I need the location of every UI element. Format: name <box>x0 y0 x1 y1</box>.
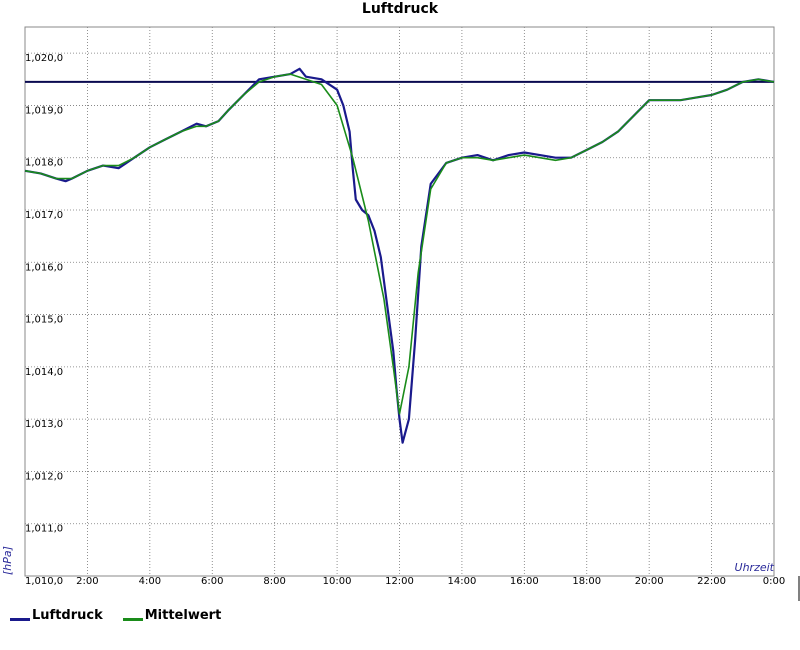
x-axis-label: Uhrzeit <box>735 561 775 574</box>
chart-root: Luftdruck 2:00 4:00 6:00 8:00 10:00 12:00 14:0… <box>0 0 800 650</box>
legend-item-mittelwert: Mittelwert <box>122 608 222 623</box>
legend-swatch-luftdruck <box>10 618 30 621</box>
legend: Luftdruck Mittelwert <box>10 608 221 623</box>
x-tick-label: 18:00 <box>572 576 601 587</box>
y-tick-labels: 1,010,0 1,011,0 1,012,0 1,013,0 1,014,0 1,015… <box>25 53 63 587</box>
y-tick-label: 1,017,0 <box>25 210 63 221</box>
y-tick-label: 1,014,0 <box>25 367 63 378</box>
x-tick-label: 20:00 <box>635 576 664 587</box>
y-tick-label: 1,015,0 <box>25 315 63 326</box>
y-tick-label: 1,010,0 <box>25 576 63 587</box>
x-tick-label: 10:00 <box>323 576 352 587</box>
y-tick-label: 1,018,0 <box>25 158 63 169</box>
y-tick-label: 1,013,0 <box>25 419 63 430</box>
chart-title: Luftdruck <box>362 1 439 17</box>
plot-frame <box>24 26 775 577</box>
line-chart: Luftdruck 2:00 4:00 6:00 8:00 10:00 12:00 14:0… <box>1 1 800 601</box>
legend-item-luftdruck: Luftdruck <box>10 608 103 623</box>
x-tick-label: 0:00 <box>763 576 785 587</box>
x-tick-label: 12:00 <box>385 576 414 587</box>
x-tick-label: 4:00 <box>139 576 161 587</box>
x-tick-label: 2:00 <box>76 576 98 587</box>
y-tick-label: 1,016,0 <box>25 262 63 273</box>
x-tick-label: 16:00 <box>510 576 539 587</box>
x-tick-label: 22:00 <box>697 576 726 587</box>
y-axis-label: [hPa] <box>1 546 14 575</box>
y-tick-label: 1,011,0 <box>25 524 63 535</box>
grid-layer <box>25 27 774 576</box>
x-tick-label: 6:00 <box>201 576 223 587</box>
x-tick-label: 8:00 <box>263 576 285 587</box>
x-tick-labels: 2:00 4:00 6:00 8:00 10:00 12:00 14:00 16:00 18:0… <box>76 576 785 587</box>
legend-label-mittelwert: Mittelwert <box>144 608 222 623</box>
y-tick-label: 1,019,0 <box>25 105 63 116</box>
legend-swatch-mittelwert <box>122 618 143 621</box>
axis-layer <box>24 26 800 601</box>
legend-label-luftdruck: Luftdruck <box>32 608 103 623</box>
y-tick-label: 1,012,0 <box>25 471 63 482</box>
y-tick-label: 1,020,0 <box>25 53 63 64</box>
x-tick-label: 14:00 <box>448 576 477 587</box>
